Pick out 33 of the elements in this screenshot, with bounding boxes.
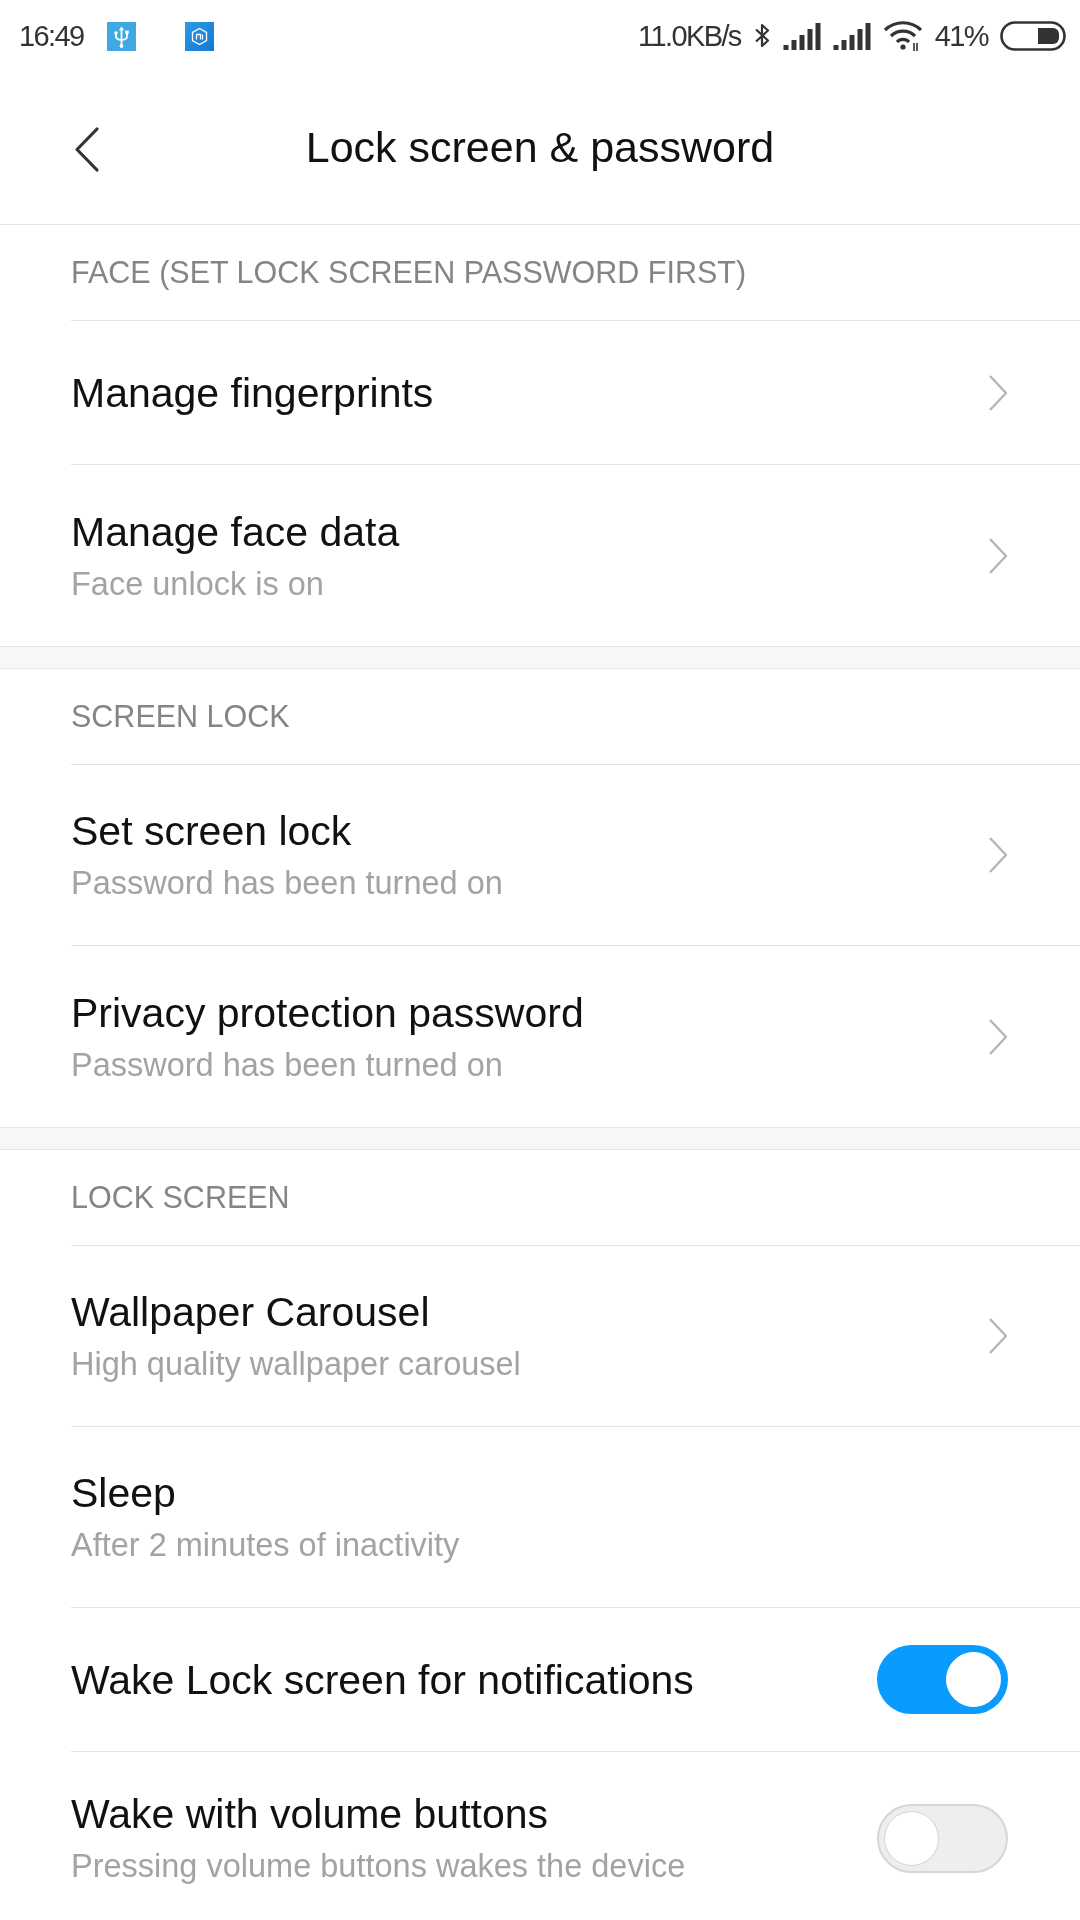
setting-title[interactable]: Wake with volume buttons xyxy=(71,1790,877,1838)
setting-title[interactable]: Set screen lock xyxy=(71,807,988,855)
battery-percent: 41% xyxy=(934,21,988,51)
network-speed: 11.0KB/s xyxy=(638,21,741,51)
setting-title[interactable]: Wake Lock screen for notifications xyxy=(71,1655,877,1704)
setting-title[interactable]: Sleep xyxy=(71,1469,1008,1517)
battery-icon xyxy=(1000,21,1066,51)
setting-summary: After 2 minutes of inactivity xyxy=(71,1526,461,1565)
page-title: Lock screen & password xyxy=(305,122,775,174)
setting-summary: Password has been turned on xyxy=(71,1045,504,1085)
hexagon-app-icon xyxy=(184,21,214,51)
chevron-right-icon xyxy=(988,1017,1008,1056)
setting-summary: Pressing volume buttons wakes the device xyxy=(71,1847,687,1886)
setting-summary: Face unlock is on xyxy=(71,564,325,604)
chevron-right-icon xyxy=(988,1317,1008,1355)
setting-title[interactable]: Manage fingerprints xyxy=(71,368,988,417)
wifi-icon xyxy=(882,21,923,51)
chevron-right-icon xyxy=(988,536,1008,575)
setting-title[interactable]: Wallpaper Carousel xyxy=(71,1288,988,1336)
setting-summary: Password has been turned on xyxy=(71,864,504,903)
setting-title[interactable]: Privacy protection password xyxy=(71,988,988,1037)
section-header: LOCK SCREEN xyxy=(71,1179,290,1216)
chevron-right-icon xyxy=(988,373,1008,412)
signal-icon xyxy=(782,22,821,50)
signal-icon xyxy=(832,22,871,50)
chevron-right-icon xyxy=(988,836,1008,874)
status-time: 16:49 xyxy=(19,21,84,51)
setting-summary: High quality wallpaper carousel xyxy=(71,1345,522,1384)
usb-icon xyxy=(106,21,136,51)
section-header: SCREEN LOCK xyxy=(71,698,290,735)
back-icon[interactable] xyxy=(73,126,100,173)
setting-title[interactable]: Manage face data xyxy=(71,507,988,556)
section-header: FACE (SET LOCK SCREEN PASSWORD FIRST) xyxy=(71,254,747,291)
